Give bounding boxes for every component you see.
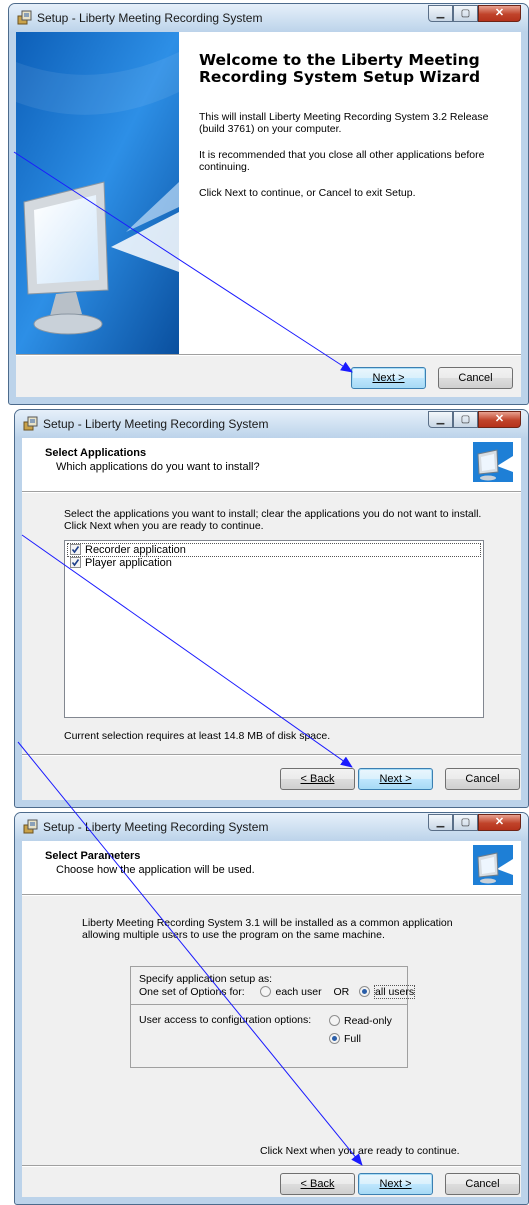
welcome-heading: Welcome to the Liberty Meeting Recording… bbox=[199, 51, 481, 86]
welcome-page: Welcome to the Liberty Meeting Recording… bbox=[16, 32, 521, 354]
options-for-row: One set of Options for: each user OR all… bbox=[139, 985, 416, 999]
setup-window-select-applications: Setup - Liberty Meeting Recording System… bbox=[14, 409, 529, 808]
list-item-player[interactable]: Player application bbox=[67, 557, 481, 571]
options-for-label: One set of Options for: bbox=[139, 986, 245, 998]
radio-read-only[interactable]: Read-only bbox=[329, 1015, 392, 1027]
maximize-button[interactable]: ▢ bbox=[453, 814, 478, 831]
welcome-paragraph-2: It is recommended that you close all oth… bbox=[199, 149, 485, 173]
radio-unselected-icon[interactable] bbox=[329, 1015, 340, 1026]
all-users-label: all users bbox=[374, 985, 416, 999]
close-button[interactable]: ✕ bbox=[478, 5, 521, 22]
window-title: Setup - Liberty Meeting Recording System bbox=[43, 417, 269, 431]
radio-all-users[interactable]: all users bbox=[359, 985, 416, 999]
close-icon: ✕ bbox=[494, 816, 505, 828]
header-separator bbox=[22, 491, 521, 493]
wizard-client-area: Welcome to the Liberty Meeting Recording… bbox=[16, 32, 521, 397]
specify-label: Specify application setup as: bbox=[139, 973, 273, 985]
title-bar[interactable]: Setup - Liberty Meeting Recording System… bbox=[15, 410, 528, 438]
close-button[interactable]: ✕ bbox=[478, 411, 521, 428]
setup-app-icon bbox=[23, 416, 38, 431]
page-subtitle: Choose how the application will be used. bbox=[56, 864, 255, 876]
checkbox-checked-icon[interactable] bbox=[70, 544, 81, 555]
description-text: Liberty Meeting Recording System 3.1 wil… bbox=[82, 917, 453, 941]
setup-app-icon bbox=[17, 10, 32, 25]
back-button-label: < Back bbox=[300, 1178, 335, 1190]
radio-full[interactable]: Full bbox=[329, 1033, 361, 1045]
footer-instruction: Click Next when you are ready to continu… bbox=[260, 1145, 460, 1157]
back-button-label: < Back bbox=[300, 773, 335, 785]
access-label: User access to configuration options: bbox=[139, 1014, 312, 1026]
setup-options-group: Specify application setup as: One set of… bbox=[130, 966, 416, 1068]
window-title: Setup - Liberty Meeting Recording System bbox=[37, 11, 263, 25]
wizard-header: Select Applications Which applications d… bbox=[22, 438, 521, 491]
setup-window-select-parameters: Setup - Liberty Meeting Recording System… bbox=[14, 812, 529, 1205]
or-label: OR bbox=[333, 986, 350, 998]
radio-each-user[interactable]: each user bbox=[260, 986, 322, 998]
wizard-client-area: Select Applications Which applications d… bbox=[22, 438, 521, 800]
wizard-header: Select Parameters Choose how the applica… bbox=[22, 841, 521, 894]
minimize-button[interactable]: ▁ bbox=[428, 411, 453, 428]
welcome-paragraph-3: Click Next to continue, or Cancel to exi… bbox=[199, 187, 416, 199]
applications-checklist[interactable]: Recorder application Player application bbox=[64, 540, 484, 718]
maximize-icon: ▢ bbox=[460, 414, 471, 425]
title-bar[interactable]: Setup - Liberty Meeting Recording System… bbox=[15, 813, 528, 841]
list-item-recorder[interactable]: Recorder application bbox=[67, 543, 481, 557]
minimize-button[interactable]: ▁ bbox=[428, 814, 453, 831]
next-button-label: Next > bbox=[379, 773, 412, 785]
footer-separator bbox=[22, 1165, 521, 1167]
instructions-text: Select the applications you want to inst… bbox=[64, 508, 482, 532]
next-button[interactable]: Next > bbox=[358, 1173, 433, 1195]
page-title: Select Parameters bbox=[45, 850, 141, 862]
maximize-icon: ▢ bbox=[460, 8, 471, 19]
next-button-label: Next > bbox=[379, 1178, 412, 1190]
back-button[interactable]: < Back bbox=[280, 1173, 355, 1195]
welcome-paragraph-1: This will install Liberty Meeting Record… bbox=[199, 111, 489, 135]
wizard-header-icon bbox=[473, 442, 513, 482]
wizard-client-area: Select Parameters Choose how the applica… bbox=[22, 841, 521, 1197]
back-button[interactable]: < Back bbox=[280, 768, 355, 790]
maximize-button[interactable]: ▢ bbox=[453, 411, 478, 428]
setup-app-icon bbox=[23, 819, 38, 834]
cancel-button[interactable]: Cancel bbox=[438, 367, 513, 389]
wizard-header-icon bbox=[473, 845, 513, 885]
each-user-label: each user bbox=[275, 986, 322, 998]
list-item-label: Recorder application bbox=[85, 544, 186, 556]
minimize-icon: ▁ bbox=[436, 414, 445, 425]
close-icon: ✕ bbox=[494, 413, 505, 425]
footer-separator bbox=[16, 354, 521, 356]
read-only-label: Read-only bbox=[344, 1015, 392, 1027]
wizard-banner-image bbox=[16, 32, 179, 354]
group-divider bbox=[131, 1004, 407, 1005]
setup-window-welcome: Setup - Liberty Meeting Recording System… bbox=[8, 3, 529, 405]
list-item-label: Player application bbox=[85, 557, 172, 569]
full-label: Full bbox=[344, 1033, 361, 1045]
title-bar[interactable]: Setup - Liberty Meeting Recording System… bbox=[9, 4, 528, 32]
next-button[interactable]: Next > bbox=[358, 768, 433, 790]
next-button-label: Next > bbox=[372, 372, 405, 384]
close-button[interactable]: ✕ bbox=[478, 814, 521, 831]
radio-unselected-icon[interactable] bbox=[260, 986, 272, 997]
close-icon: ✕ bbox=[494, 7, 505, 19]
page-title: Select Applications bbox=[45, 447, 147, 459]
checkbox-checked-icon[interactable] bbox=[70, 557, 81, 568]
minimize-icon: ▁ bbox=[436, 817, 445, 828]
next-button[interactable]: Next > bbox=[351, 367, 426, 389]
minimize-icon: ▁ bbox=[436, 8, 445, 19]
cancel-button[interactable]: Cancel bbox=[445, 768, 520, 790]
radio-selected-icon[interactable] bbox=[329, 1033, 340, 1044]
footer-separator bbox=[22, 754, 521, 756]
cancel-button-label: Cancel bbox=[465, 773, 500, 785]
radio-selected-icon[interactable] bbox=[359, 986, 371, 997]
header-separator bbox=[22, 894, 521, 896]
maximize-icon: ▢ bbox=[460, 817, 471, 828]
window-title: Setup - Liberty Meeting Recording System bbox=[43, 820, 269, 834]
cancel-button[interactable]: Cancel bbox=[445, 1173, 520, 1195]
cancel-button-label: Cancel bbox=[458, 372, 493, 384]
cancel-button-label: Cancel bbox=[465, 1178, 500, 1190]
minimize-button[interactable]: ▁ bbox=[428, 5, 453, 22]
page-subtitle: Which applications do you want to instal… bbox=[56, 461, 260, 473]
maximize-button[interactable]: ▢ bbox=[453, 5, 478, 22]
disk-space-text: Current selection requires at least 14.8… bbox=[64, 730, 331, 742]
